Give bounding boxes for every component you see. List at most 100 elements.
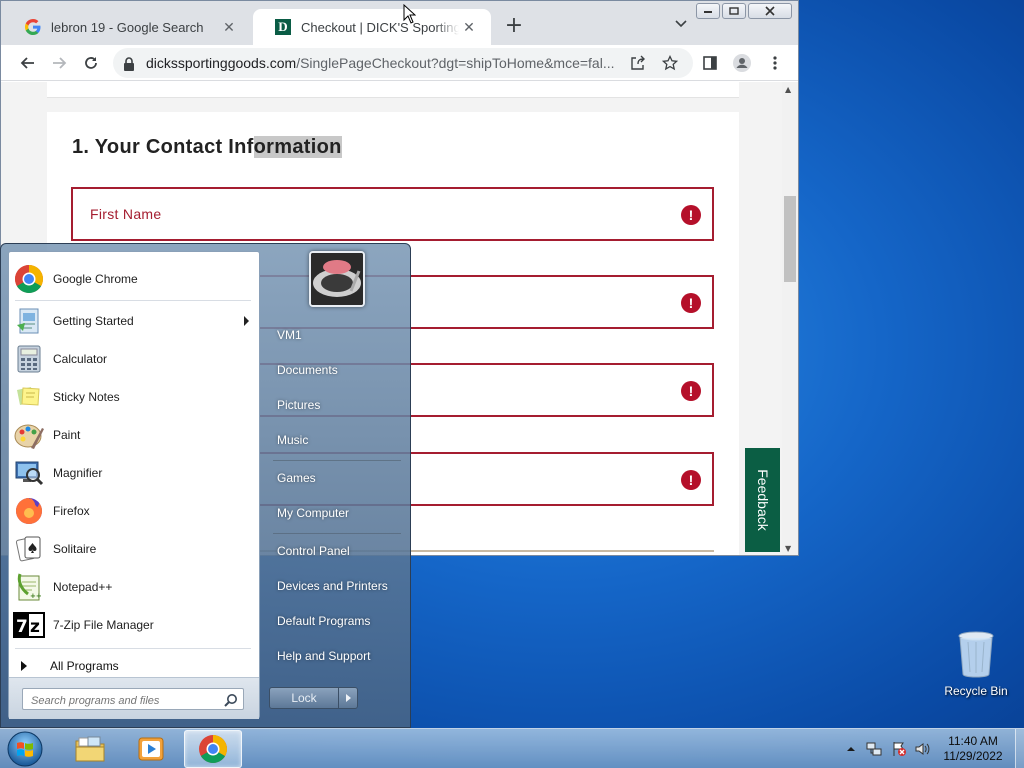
lock-icon[interactable] bbox=[123, 56, 135, 75]
divider bbox=[273, 533, 401, 534]
start-search-box[interactable] bbox=[22, 688, 244, 711]
feedback-tab[interactable]: Feedback bbox=[745, 448, 780, 552]
calculator-icon bbox=[13, 343, 45, 375]
start-right-default-programs[interactable]: Default Programs bbox=[263, 606, 403, 636]
shutdown-options-button[interactable] bbox=[338, 687, 358, 709]
profile-icon[interactable] bbox=[732, 53, 752, 73]
chrome-icon bbox=[13, 263, 45, 295]
start-right-vm1[interactable]: VM1 bbox=[263, 320, 403, 350]
start-right-documents[interactable]: Documents bbox=[263, 355, 403, 385]
divider bbox=[273, 460, 401, 461]
firefox-icon bbox=[13, 495, 45, 527]
start-button[interactable] bbox=[6, 730, 44, 768]
start-right-music[interactable]: Music bbox=[263, 425, 403, 455]
clock-date: 11/29/2022 bbox=[943, 749, 1003, 763]
reload-icon[interactable] bbox=[80, 52, 102, 74]
program-7zip[interactable]: 7z 7-Zip File Manager bbox=[9, 606, 259, 644]
scroll-down-icon[interactable]: ▼ bbox=[785, 544, 791, 553]
recycle-bin-label: Recycle Bin bbox=[944, 684, 1008, 698]
start-right-devices-printers[interactable]: Devices and Printers bbox=[263, 571, 403, 601]
program-sticky-notes[interactable]: Sticky Notes bbox=[9, 378, 259, 416]
tab-search-icon[interactable] bbox=[671, 17, 691, 37]
program-paint[interactable]: Paint bbox=[9, 416, 259, 454]
show-desktop-button[interactable] bbox=[1015, 729, 1024, 768]
start-right-help-support[interactable]: Help and Support bbox=[263, 641, 403, 671]
program-notepad-plus-plus[interactable]: ++ Notepad++ bbox=[9, 568, 259, 606]
scroll-up-icon[interactable]: ▲ bbox=[785, 85, 791, 94]
program-calculator[interactable]: Calculator bbox=[9, 340, 259, 378]
program-label: Getting Started bbox=[53, 314, 134, 328]
magnifier-icon bbox=[13, 457, 45, 489]
section-title-highlighted: ormation bbox=[253, 136, 342, 158]
share-icon[interactable] bbox=[629, 54, 647, 72]
recycle-bin-icon bbox=[958, 631, 994, 678]
tab-title: Checkout | DICK'S Sporting Goods bbox=[301, 19, 459, 35]
program-magnifier[interactable]: Magnifier bbox=[9, 454, 259, 492]
program-getting-started[interactable]: Getting Started bbox=[9, 302, 259, 340]
media-player-icon bbox=[138, 737, 164, 761]
page-scrollbar[interactable]: ▲ ▼ bbox=[782, 82, 798, 555]
getting-started-icon bbox=[13, 305, 45, 337]
recycle-bin-shortcut[interactable]: Recycle Bin bbox=[940, 630, 1012, 698]
submenu-arrow-icon bbox=[244, 316, 249, 326]
chrome-icon bbox=[199, 735, 227, 763]
folder-icon bbox=[75, 736, 105, 762]
all-programs-label: All Programs bbox=[50, 659, 119, 673]
volume-icon[interactable] bbox=[914, 741, 930, 757]
program-label: Magnifier bbox=[53, 466, 103, 480]
mouse-cursor-icon bbox=[403, 4, 416, 24]
program-firefox[interactable]: Firefox bbox=[9, 492, 259, 530]
taskbar-media-player[interactable] bbox=[122, 730, 180, 768]
close-tab-icon[interactable]: ✕ bbox=[219, 19, 239, 36]
system-clock[interactable]: 11:40 AM 11/29/2022 bbox=[930, 734, 1016, 764]
arrow-right-icon bbox=[21, 661, 27, 671]
taskbar-chrome[interactable] bbox=[184, 730, 242, 768]
dicks-icon: D bbox=[275, 19, 291, 35]
back-icon[interactable] bbox=[16, 52, 38, 74]
start-right-control-panel[interactable]: Control Panel bbox=[263, 536, 403, 566]
lock-button[interactable]: Lock bbox=[269, 687, 339, 709]
first-name-field[interactable]: First Name ! bbox=[71, 187, 714, 241]
action-center-icon[interactable] bbox=[891, 741, 907, 757]
new-tab-button[interactable]: + bbox=[501, 14, 527, 40]
user-avatar[interactable] bbox=[309, 251, 365, 307]
error-icon: ! bbox=[681, 470, 701, 490]
tab-dicks-checkout[interactable]: D Checkout | DICK'S Sporting Goods ✕ bbox=[253, 9, 491, 45]
program-solitaire[interactable]: Solitaire bbox=[9, 530, 259, 568]
url-host: dickssportinggoods.com bbox=[146, 55, 297, 71]
menu-dots-icon[interactable] bbox=[765, 53, 785, 73]
address-bar[interactable]: dickssportinggoods.com/SinglePageCheckou… bbox=[113, 48, 693, 78]
svg-text:z: z bbox=[30, 617, 40, 637]
tab-google-search[interactable]: lebron 19 - Google Search ✕ bbox=[3, 9, 251, 45]
minimize-button[interactable] bbox=[696, 3, 720, 19]
taskbar-explorer[interactable] bbox=[61, 730, 119, 768]
close-window-button[interactable] bbox=[748, 3, 792, 19]
all-programs-button[interactable]: All Programs bbox=[9, 652, 259, 680]
network-icon[interactable] bbox=[866, 741, 882, 757]
start-right-games[interactable]: Games bbox=[263, 463, 403, 493]
start-right-my-computer[interactable]: My Computer bbox=[263, 498, 403, 528]
taskbar: 11:40 AM 11/29/2022 bbox=[0, 728, 1024, 768]
error-icon: ! bbox=[681, 205, 701, 225]
url-path: /SinglePageCheckout?dgt=shipToHome&mce=f… bbox=[296, 55, 615, 71]
7zip-icon: 7z bbox=[13, 609, 45, 641]
program-label: Notepad++ bbox=[53, 580, 113, 594]
maximize-button[interactable] bbox=[722, 3, 746, 19]
window-controls bbox=[694, 3, 792, 19]
forward-icon[interactable] bbox=[49, 52, 71, 74]
scrollbar-thumb[interactable] bbox=[784, 196, 796, 282]
show-hidden-icons[interactable] bbox=[843, 741, 859, 757]
section-title: 1. Your Contact Information bbox=[72, 136, 342, 159]
search-input[interactable] bbox=[23, 691, 213, 711]
program-label: Paint bbox=[53, 428, 81, 442]
close-tab-icon[interactable]: ✕ bbox=[459, 19, 479, 36]
start-right-pictures[interactable]: Pictures bbox=[263, 390, 403, 420]
solitaire-icon bbox=[13, 533, 45, 565]
program-google-chrome[interactable]: Google Chrome bbox=[9, 260, 259, 298]
search-icon[interactable] bbox=[224, 692, 238, 711]
bookmark-star-icon[interactable] bbox=[661, 54, 679, 72]
clock-time: 11:40 AM bbox=[948, 734, 998, 748]
error-icon: ! bbox=[681, 293, 701, 313]
side-panel-icon[interactable] bbox=[700, 53, 720, 73]
feedback-label: Feedback bbox=[754, 469, 771, 531]
